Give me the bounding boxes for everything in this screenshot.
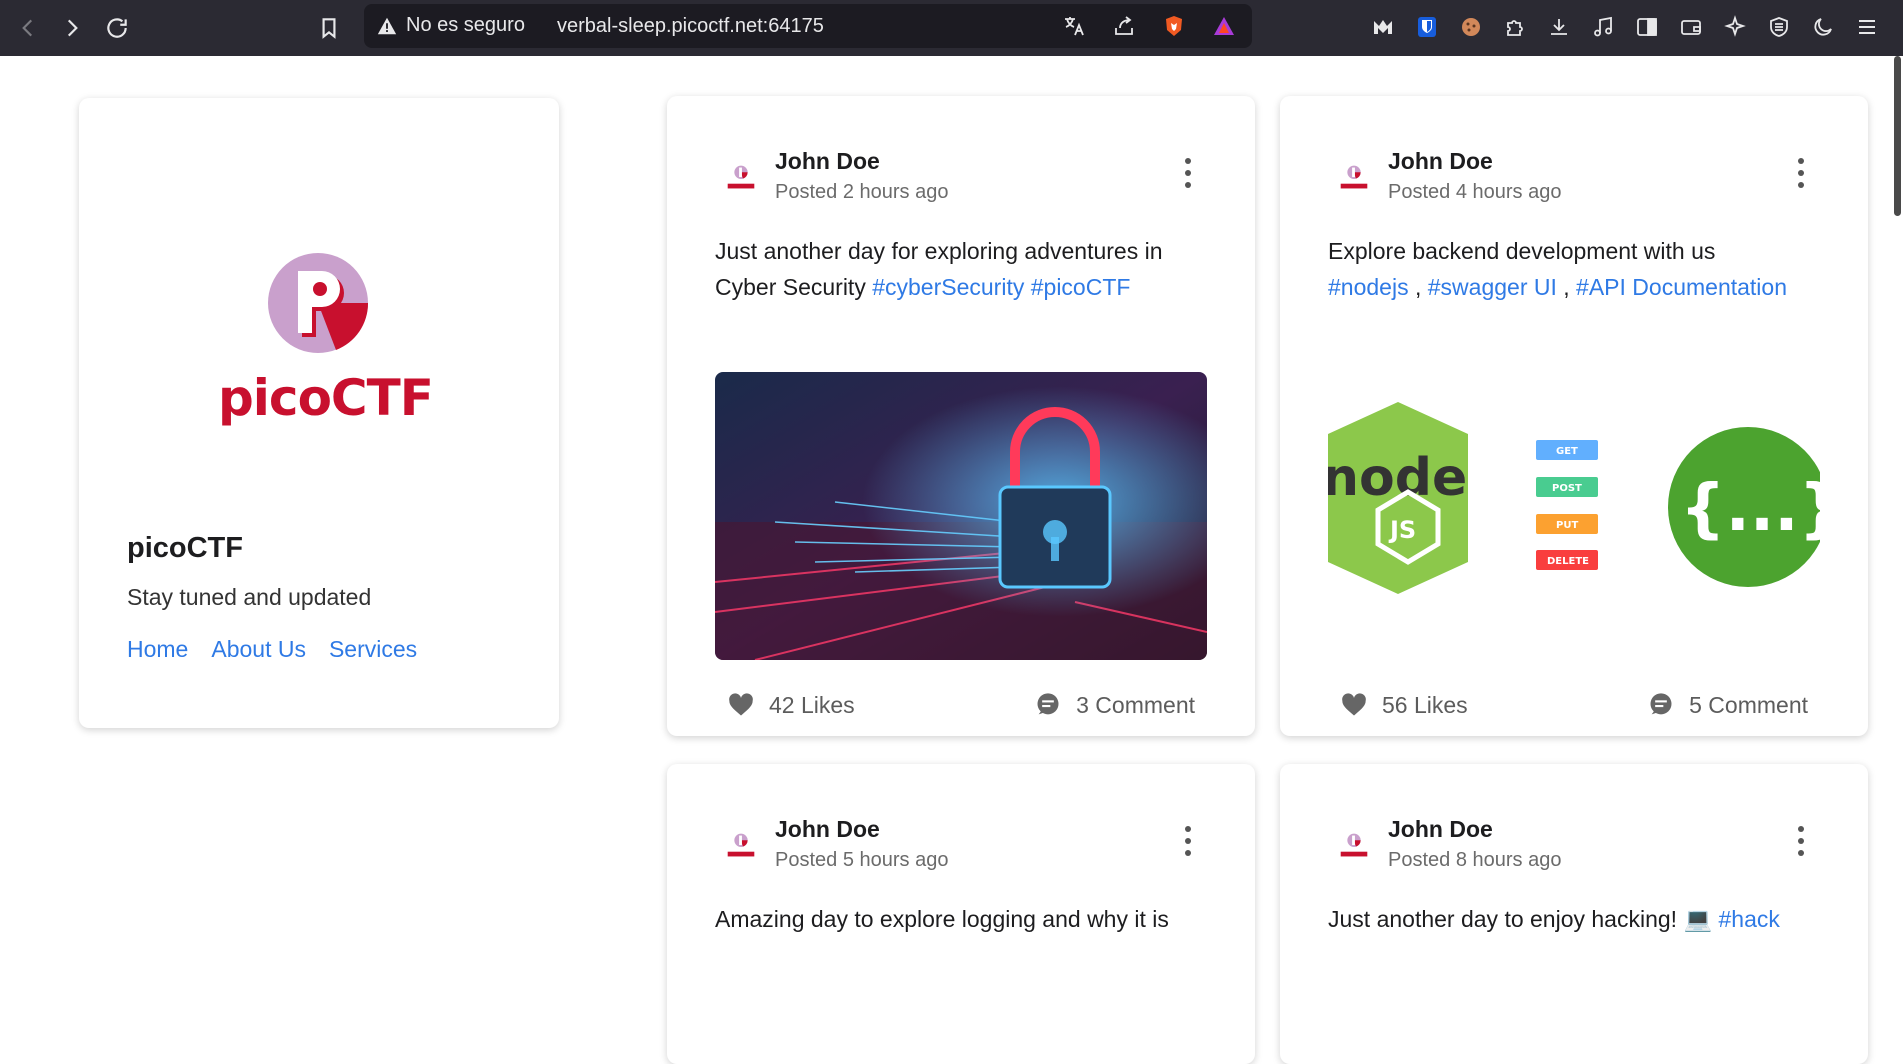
post-text: Just another day for exploring adventure…: [715, 233, 1215, 305]
bitwarden-icon[interactable]: [1409, 8, 1445, 46]
post-time: Posted 5 hours ago: [775, 849, 949, 871]
cookie-icon[interactable]: [1453, 8, 1489, 46]
picoctf-logo: picoCTF: [218, 253, 434, 428]
like-count: 42 Likes: [769, 691, 855, 718]
address-bar[interactable]: No es seguro verbal-sleep.picoctf.net:64…: [364, 4, 1252, 48]
heart-icon: [729, 693, 753, 716]
puzzle-icon[interactable]: [1497, 8, 1533, 46]
menu-icon[interactable]: [1849, 8, 1885, 46]
security-label: No es seguro: [406, 14, 525, 36]
post-time: Posted 4 hours ago: [1388, 181, 1562, 203]
vpn-icon[interactable]: [1761, 8, 1797, 46]
comment-icon: [1037, 693, 1059, 715]
more-options-icon[interactable]: [1183, 158, 1193, 188]
post-text: Explore backend development with us #nod…: [1328, 238, 1787, 300]
nav-link-services[interactable]: Services: [329, 636, 417, 663]
profile-nav: Home About Us Services: [127, 636, 417, 663]
like-button[interactable]: 42 Likes: [727, 691, 855, 719]
heart-icon: [1342, 693, 1366, 716]
share-icon[interactable]: [1108, 12, 1140, 40]
hashtag-link[interactable]: #swagger UI: [1428, 274, 1557, 300]
brave-rewards-icon[interactable]: [1208, 12, 1240, 40]
post-card: John Doe Posted 5 hours ago Amazing day …: [667, 764, 1255, 1064]
nav-link-about-us[interactable]: About Us: [211, 636, 306, 663]
brave-shields-icon[interactable]: [1158, 12, 1190, 40]
profile-card: picoCTF picoCTF Stay tuned and updated H…: [79, 98, 559, 728]
post-author[interactable]: John Doe: [1388, 148, 1493, 175]
avatar[interactable]: [722, 827, 760, 865]
profile-tagline: Stay tuned and updated: [127, 584, 372, 610]
comment-count: 5 Comment: [1689, 691, 1808, 718]
cyber-lock-image: [715, 372, 1207, 660]
more-options-icon[interactable]: [1796, 826, 1806, 856]
dark-mode-icon[interactable]: [1805, 8, 1841, 46]
security-indicator[interactable]: No es seguro: [376, 14, 525, 37]
post-author[interactable]: John Doe: [775, 816, 880, 843]
leo-icon[interactable]: [1717, 8, 1753, 46]
post-author[interactable]: John Doe: [1388, 816, 1493, 843]
comment-count: 3 Comment: [1076, 691, 1195, 718]
backend-tech-image: node JS GET POST PUT DELETE {...}: [1328, 372, 1820, 660]
more-options-icon[interactable]: [1796, 158, 1806, 188]
post-text-content: Explore backend development with us: [1328, 238, 1716, 264]
nav-link-home[interactable]: Home: [127, 636, 188, 663]
comment-button[interactable]: 3 Comment: [1034, 691, 1195, 719]
post-card: John Doe Posted 2 hours ago Just another…: [667, 96, 1255, 736]
avatar[interactable]: [1335, 159, 1373, 197]
music-icon[interactable]: [1585, 8, 1621, 46]
bookmark-icon[interactable]: [309, 8, 349, 48]
post-text-content: Just another day to enjoy hacking! 💻: [1328, 906, 1719, 932]
m-extension-icon[interactable]: [1365, 8, 1401, 46]
profile-name: picoCTF: [127, 532, 243, 564]
avatar[interactable]: [722, 159, 760, 197]
warning-icon: [377, 17, 397, 34]
page-scrollbar[interactable]: [1891, 56, 1903, 935]
logo-text: picoCTF: [218, 369, 434, 427]
post-card: John Doe Posted 8 hours ago Just another…: [1280, 764, 1868, 1064]
back-icon[interactable]: [8, 8, 48, 48]
swagger-text: {...}: [1680, 472, 1820, 546]
wallet-icon[interactable]: [1673, 8, 1709, 46]
like-count: 56 Likes: [1382, 691, 1468, 718]
sidebar-icon[interactable]: [1629, 8, 1665, 46]
post-author[interactable]: John Doe: [775, 148, 880, 175]
page-content: picoCTF picoCTF Stay tuned and updated H…: [0, 56, 1903, 1064]
browser-toolbar: No es seguro verbal-sleep.picoctf.net:64…: [0, 0, 1903, 56]
post-label: POST: [1552, 483, 1582, 494]
put-label: PUT: [1556, 520, 1578, 531]
post-text-content: Amazing day to explore logging and why i…: [715, 906, 1169, 932]
post-text: Amazing day to explore logging and why i…: [715, 901, 1215, 937]
logo-mark-icon: [268, 253, 369, 353]
forward-icon[interactable]: [52, 8, 92, 48]
comment-icon: [1650, 693, 1672, 715]
url-text[interactable]: verbal-sleep.picoctf.net:64175: [557, 15, 824, 38]
hashtag-link[interactable]: #picoCTF: [1031, 274, 1131, 300]
like-button[interactable]: 56 Likes: [1340, 691, 1468, 719]
reload-icon[interactable]: [97, 8, 137, 48]
post-text: Just another day to enjoy hacking! 💻 #ha…: [1328, 901, 1828, 937]
download-icon[interactable]: [1541, 8, 1577, 46]
avatar[interactable]: [1335, 827, 1373, 865]
hashtag-link[interactable]: #nodejs: [1328, 274, 1409, 300]
js-text: JS: [1388, 516, 1416, 544]
hashtag-link[interactable]: #API Documentation: [1576, 274, 1787, 300]
post-time: Posted 8 hours ago: [1388, 849, 1562, 871]
get-label: GET: [1556, 446, 1578, 457]
hashtag-link[interactable]: #cyberSecurity: [872, 274, 1024, 300]
translate-icon[interactable]: [1058, 12, 1090, 40]
post-time: Posted 2 hours ago: [775, 181, 949, 203]
comment-button[interactable]: 5 Comment: [1647, 691, 1808, 719]
post-card: John Doe Posted 4 hours ago Explore back…: [1280, 96, 1868, 736]
more-options-icon[interactable]: [1183, 826, 1193, 856]
scrollbar-thumb[interactable]: [1894, 56, 1901, 216]
delete-label: DELETE: [1547, 556, 1589, 567]
hashtag-link[interactable]: #hack: [1718, 906, 1779, 932]
